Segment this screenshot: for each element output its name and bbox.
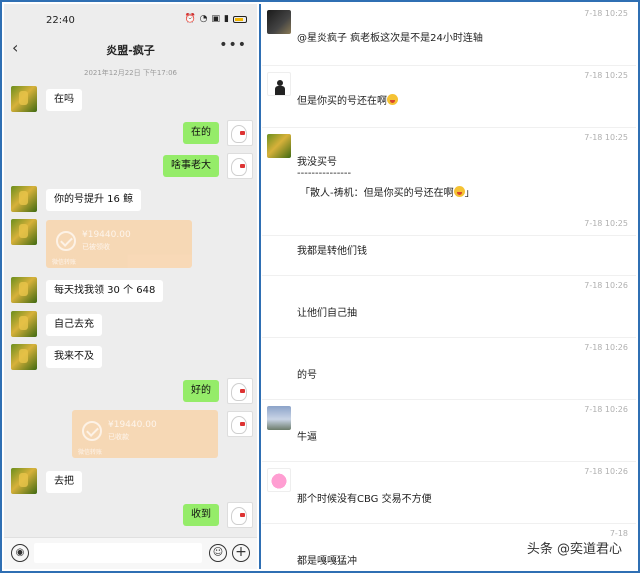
contact-avatar[interactable] [11,277,37,303]
comment-time: 7-18 10:26 [584,281,628,290]
watermark: 头条 @奕道君心 [526,542,622,557]
comment-time: 7-18 10:26 [584,467,628,476]
comment-quote: 「散人-祷机：但是你买的号还在啊」 [300,184,475,199]
comment-item[interactable]: 7-18 10:25 我都是转他们钱 [262,214,636,276]
battery-icon [233,15,247,23]
sim-icon: ▣ [211,14,221,24]
user-avatar[interactable] [267,134,291,158]
message-input-bar: ◉ ☺ + [4,537,257,569]
transfer-status: 已收款 [108,433,129,441]
check-circle-icon [56,231,76,251]
user-avatar[interactable] [267,406,291,430]
transfer-status: 已被领收 [82,243,110,251]
comment-text: 我没买号 [297,157,337,168]
user-avatar[interactable] [267,72,291,96]
message-input[interactable] [34,543,202,563]
wifi-icon: ◔ [199,14,208,24]
chat-timestamp: 2021年12月22日 下午17:06 [83,69,178,77]
comment-list: 7-18 10:25 @星炎疯子 疯老板这次是不是24小时连轴 7-18 10:… [262,4,636,569]
comment-item[interactable]: 7-18 10:26 让他们自己抽 [262,276,636,338]
comment-time: 7-18 10:26 [584,343,628,352]
chat-screen: 22:40 ⏰ ◔ ▣ ▮ ‹ 炎盟-疯子 ••• 2021年12月22日 下午… [4,4,257,569]
transfer-card[interactable]: ¥19440.00 已被领收 微信转账 [46,220,192,268]
check-circle-icon [82,421,102,441]
quote-close: 」 [464,188,475,199]
comment-text: 牛逼 [297,432,317,443]
comment-time: 7-18 10:25 [584,219,628,228]
comment-text: 都是嘎嘎猛冲 [297,556,357,567]
comment-text: 让他们自己抽 [297,308,357,319]
contact-avatar[interactable] [11,219,37,245]
user-avatar[interactable] [267,468,291,492]
message-bubble-incoming[interactable]: 你的号提升 16 鲸 [46,189,142,211]
comment-text: 我都是转他们钱 [297,246,367,257]
comment-item[interactable]: 7-18 10:26 那个时候没有CBG 交易不方便 [262,462,636,524]
comment-time: 7-18 10:26 [584,405,628,414]
status-bar: 22:40 ⏰ ◔ ▣ ▮ [4,4,257,32]
message-bubble-outgoing[interactable]: 在的 [183,122,219,144]
message-bubble-incoming[interactable]: 我来不及 [46,346,102,368]
comment-text: @星炎疯子 疯老板这次是不是24小时连轴 [297,33,483,44]
self-avatar[interactable] [227,378,253,404]
contact-avatar[interactable] [11,86,37,112]
contact-avatar[interactable] [11,186,37,212]
comment-time: 7-18 10:25 [584,133,628,142]
self-avatar[interactable] [227,502,253,528]
comment-time: 7-18 [609,529,628,538]
voice-icon[interactable]: ◉ [11,544,29,562]
contact-avatar[interactable] [11,311,37,337]
quote-text: 「散人-祷机：但是你买的号还在啊 [300,188,454,199]
chat-header: ‹ 炎盟-疯子 ••• [4,34,257,64]
message-bubble-incoming[interactable]: 每天找我领 30 个 648 [46,280,164,302]
comment-item[interactable]: 7-18 10:26 的号 [262,338,636,400]
alarm-icon: ⏰ [184,14,196,24]
signal-icon: ▮ [224,14,229,24]
transfer-label: 微信转账 [78,449,103,456]
user-avatar[interactable] [267,10,291,34]
self-avatar[interactable] [227,120,253,146]
comment-time: 7-18 10:25 [584,9,628,18]
transfer-amount: ¥19440.00 [82,230,131,240]
plus-icon[interactable]: + [232,544,250,562]
message-bubble-incoming[interactable]: 自己去充 [46,314,102,336]
panel-divider [259,4,261,569]
self-avatar[interactable] [227,153,253,179]
message-bubble-outgoing[interactable]: 啥事老大 [163,155,219,177]
comment-item[interactable]: 7-18 10:25 @星炎疯子 疯老板这次是不是24小时连轴 [262,4,636,66]
emoji-icon[interactable]: ☺ [209,544,227,562]
message-bubble-incoming[interactable]: 去把 [46,471,82,493]
comment-item[interactable]: 7-18 10:25 但是你买的号还在啊 [262,66,636,128]
status-icons: ⏰ ◔ ▣ ▮ [184,14,247,24]
comment-text: 的号 [297,370,317,381]
comment-separator: --------------- [297,168,352,179]
transfer-label: 微信转账 [52,259,77,266]
status-time: 22:40 [46,15,75,26]
message-bubble-outgoing[interactable]: 收到 [183,504,219,526]
comment-item[interactable]: 7-18 10:26 牛逼 [262,400,636,462]
transfer-amount: ¥19440.00 [108,420,157,430]
comment-text: 但是你买的号还在啊 [297,92,398,107]
laugh-emoji-icon [387,94,398,105]
comment-time: 7-18 10:25 [584,71,628,80]
contact-avatar[interactable] [11,344,37,370]
message-bubble-incoming[interactable]: 在吗 [46,89,82,111]
laugh-emoji-icon [453,186,465,197]
transfer-card[interactable]: ¥19440.00 已收款 微信转账 [72,410,218,458]
comment-text: 那个时候没有CBG 交易不方便 [297,494,432,505]
self-avatar[interactable] [227,411,253,437]
more-options-icon[interactable]: ••• [219,37,247,53]
message-bubble-outgoing[interactable]: 好的 [183,380,219,402]
comment-text-body: 但是你买的号还在啊 [297,96,387,107]
contact-avatar[interactable] [11,468,37,494]
